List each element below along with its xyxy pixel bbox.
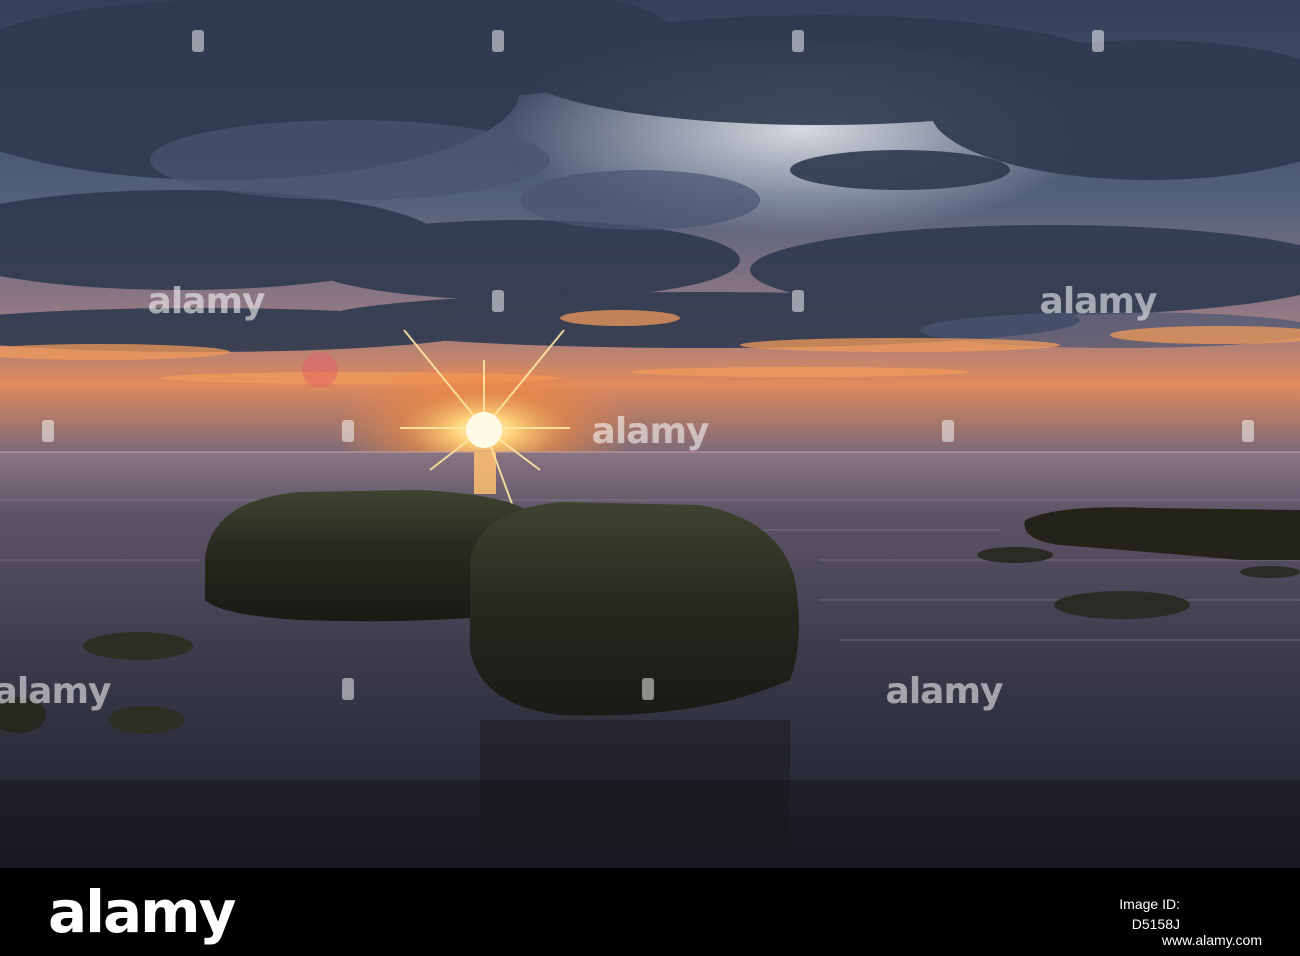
image-id: D5158J — [1131, 916, 1180, 932]
footer-bar: alamy Image ID: D5158J www.alamy.com — [0, 868, 1300, 956]
watermark: alamy — [0, 671, 111, 712]
lens-flare — [302, 352, 338, 388]
watermark: alamy — [885, 671, 1004, 712]
watermark-tick — [192, 30, 204, 52]
rock-small-right — [1054, 591, 1190, 619]
sun — [466, 412, 502, 448]
site-url: www.alamy.com — [1161, 932, 1262, 948]
sun-reflection — [474, 452, 496, 494]
alamy-logo: alamy — [48, 878, 236, 946]
watermark: alamy — [591, 411, 710, 452]
image-id-label: Image ID: — [1119, 896, 1180, 912]
rock-center — [470, 502, 799, 716]
rock-small-left — [83, 632, 193, 660]
watermark: alamy — [1039, 281, 1158, 322]
watermark: alamy — [147, 281, 266, 322]
photo: alamy alamy alamy alamy alamy — [0, 0, 1300, 868]
